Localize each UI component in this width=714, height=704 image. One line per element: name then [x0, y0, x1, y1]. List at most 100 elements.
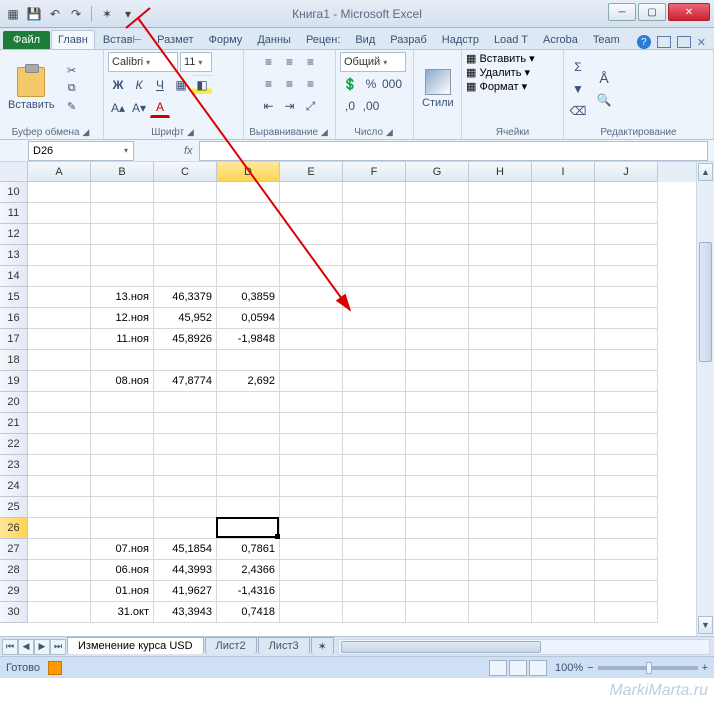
row-header[interactable]: 20 [0, 392, 28, 413]
cell[interactable] [595, 224, 658, 245]
column-header[interactable]: I [532, 162, 595, 182]
align-bottom-icon[interactable]: ≡ [301, 52, 321, 72]
column-header[interactable]: G [406, 162, 469, 182]
cell[interactable] [28, 602, 91, 623]
font-size-combo[interactable]: 11▾ [180, 52, 212, 72]
autosum-icon[interactable]: Σ [568, 57, 588, 77]
cell[interactable] [28, 539, 91, 560]
cell[interactable] [217, 434, 280, 455]
cell[interactable] [469, 224, 532, 245]
cell[interactable] [595, 434, 658, 455]
cell[interactable] [91, 455, 154, 476]
cell[interactable] [28, 560, 91, 581]
cell[interactable] [91, 497, 154, 518]
cell[interactable] [469, 413, 532, 434]
font-launcher-icon[interactable]: ◢ [187, 127, 196, 137]
cell[interactable] [532, 497, 595, 518]
cell[interactable] [469, 434, 532, 455]
cell[interactable] [217, 518, 280, 539]
cell[interactable]: 2,692 [217, 371, 280, 392]
delete-cells-button[interactable]: ▦ Удалить ▾ [466, 66, 530, 79]
cell[interactable]: 45,8926 [154, 329, 217, 350]
cell[interactable] [217, 224, 280, 245]
cell[interactable] [406, 413, 469, 434]
cell[interactable] [280, 392, 343, 413]
cell[interactable] [91, 413, 154, 434]
cell[interactable] [595, 455, 658, 476]
cell[interactable] [595, 287, 658, 308]
column-header[interactable]: D [217, 162, 280, 182]
cell[interactable] [532, 308, 595, 329]
cell[interactable] [595, 518, 658, 539]
cell[interactable] [532, 287, 595, 308]
paste-button[interactable]: Вставить [4, 65, 59, 113]
cell[interactable] [469, 455, 532, 476]
cell[interactable] [28, 476, 91, 497]
sheet-nav-prev-icon[interactable]: ◀ [18, 639, 34, 655]
row-header[interactable]: 13 [0, 245, 28, 266]
cell[interactable]: 0,0594 [217, 308, 280, 329]
cell[interactable] [532, 518, 595, 539]
row-header[interactable]: 17 [0, 329, 28, 350]
row-header[interactable]: 22 [0, 434, 28, 455]
cell[interactable] [280, 329, 343, 350]
increase-decimal-icon[interactable]: ,0 [340, 96, 360, 116]
cell[interactable] [595, 308, 658, 329]
cell[interactable] [154, 266, 217, 287]
row-header[interactable]: 28 [0, 560, 28, 581]
cell[interactable] [28, 392, 91, 413]
cell[interactable] [532, 266, 595, 287]
cell[interactable] [343, 245, 406, 266]
cell[interactable] [532, 224, 595, 245]
cell[interactable] [28, 434, 91, 455]
cell[interactable] [343, 287, 406, 308]
cell[interactable] [469, 497, 532, 518]
cell[interactable] [595, 581, 658, 602]
cell[interactable] [343, 266, 406, 287]
ribbon-tab[interactable]: Acroba [536, 30, 585, 49]
cell[interactable] [280, 476, 343, 497]
row-header[interactable]: 16 [0, 308, 28, 329]
cell[interactable] [280, 308, 343, 329]
font-color-button[interactable]: A [150, 98, 170, 118]
cell[interactable]: 0,7861 [217, 539, 280, 560]
cell[interactable] [406, 203, 469, 224]
row-header[interactable]: 30 [0, 602, 28, 623]
normal-view-icon[interactable] [489, 660, 507, 676]
cell[interactable] [91, 182, 154, 203]
fill-color-button[interactable]: ◧ [192, 75, 212, 95]
cell[interactable] [532, 413, 595, 434]
cell[interactable] [217, 350, 280, 371]
cell[interactable] [406, 224, 469, 245]
cell[interactable] [406, 518, 469, 539]
cell[interactable] [28, 308, 91, 329]
cell[interactable] [532, 581, 595, 602]
cell[interactable]: 07.ноя [91, 539, 154, 560]
cell[interactable] [406, 392, 469, 413]
percent-icon[interactable]: % [361, 74, 381, 94]
cell[interactable] [532, 182, 595, 203]
cell[interactable] [343, 371, 406, 392]
cell[interactable] [532, 560, 595, 581]
cell[interactable] [469, 203, 532, 224]
ribbon-tab[interactable]: Форму [202, 30, 250, 49]
cell[interactable] [343, 203, 406, 224]
cell[interactable]: 47,8774 [154, 371, 217, 392]
italic-button[interactable]: К [129, 75, 149, 95]
cell[interactable] [469, 581, 532, 602]
cell[interactable] [469, 518, 532, 539]
row-header[interactable]: 11 [0, 203, 28, 224]
cell[interactable] [343, 497, 406, 518]
cell[interactable] [280, 203, 343, 224]
cell[interactable]: 2,4366 [217, 560, 280, 581]
zoom-in-icon[interactable]: + [702, 662, 708, 674]
border-button[interactable]: ▦ [171, 75, 191, 95]
sheet-nav-last-icon[interactable]: ⏭ [50, 639, 66, 655]
cell[interactable] [343, 182, 406, 203]
decrease-indent-icon[interactable]: ⇤ [259, 96, 279, 116]
cell[interactable] [469, 371, 532, 392]
cell[interactable] [406, 602, 469, 623]
cell[interactable] [406, 560, 469, 581]
cell[interactable] [91, 224, 154, 245]
cell[interactable] [595, 602, 658, 623]
